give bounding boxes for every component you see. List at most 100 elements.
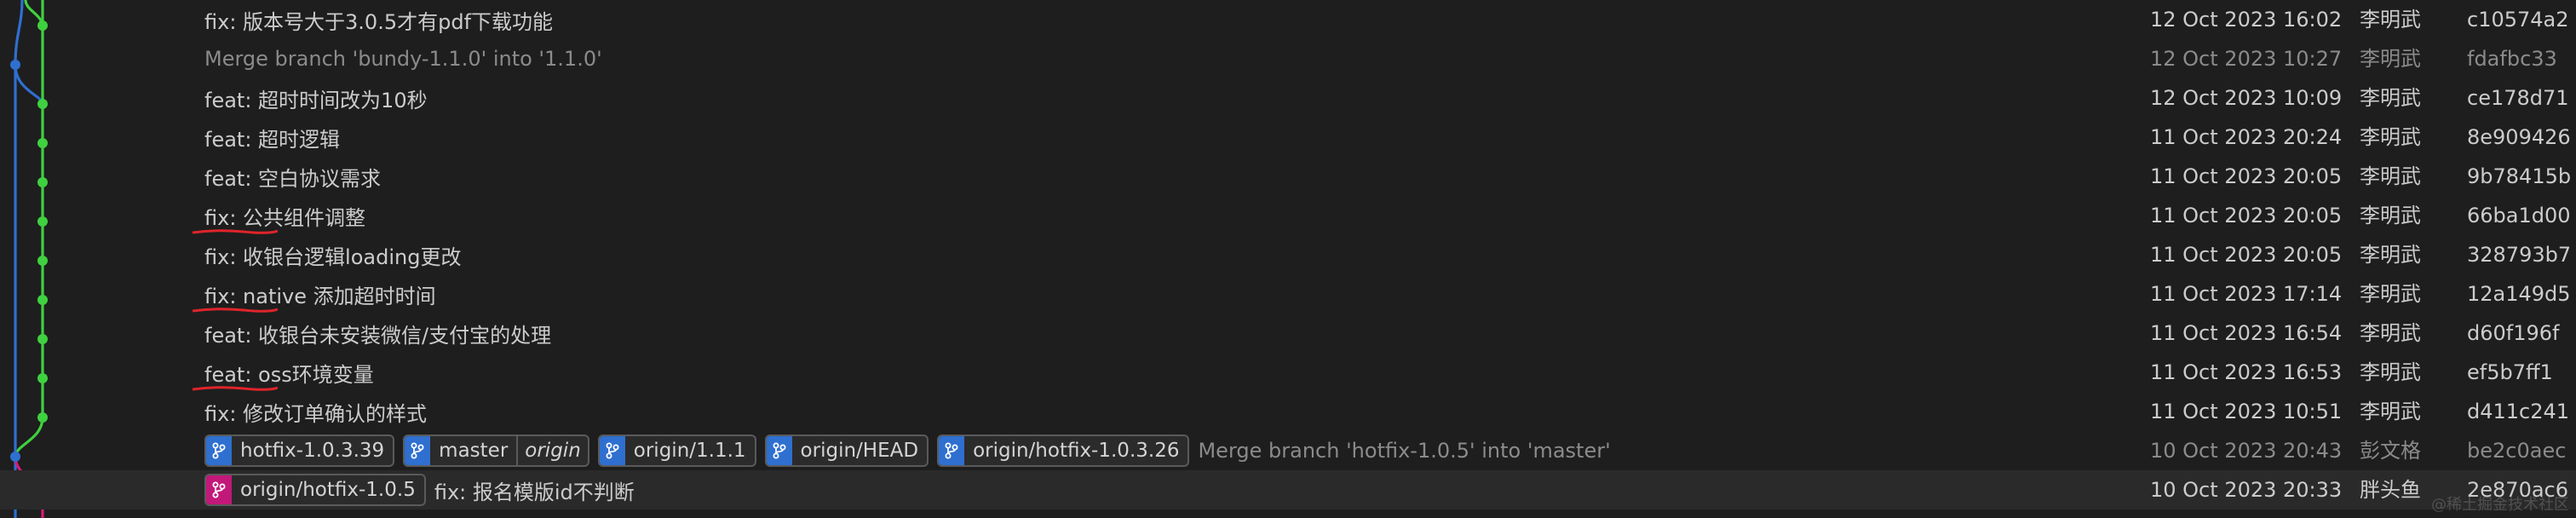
commit-author: 李明武 — [2360, 47, 2421, 71]
commit-message-cell: fix: 收银台逻辑loading更改 — [204, 235, 461, 274]
branch-badge[interactable]: origin/1.1.1 — [597, 435, 756, 467]
commit-message-cell: fix: 版本号大于3.0.5才有pdf下载功能 — [204, 0, 553, 39]
git-branch-icon — [405, 436, 431, 465]
git-branch-icon — [206, 475, 232, 504]
commit-row[interactable]: fix: 版本号大于3.0.5才有pdf下载功能 12 Oct 2023 16:0… — [0, 0, 2576, 39]
commit-message: feat: 超时逻辑 — [204, 127, 341, 152]
branch-label: hotfix-1.0.3.39 — [240, 440, 385, 462]
commit-message: fix: 修改订单确认的样式 — [204, 401, 428, 426]
branch-label: origin/hotfix-1.0.5 — [240, 479, 416, 501]
commit-message: fix: 公共组件调整 — [204, 201, 365, 231]
commit-date: 12 Oct 2023 16:02 — [2150, 8, 2343, 32]
red-underline-annotation — [193, 227, 278, 236]
commit-author: 李明武 — [2360, 243, 2421, 267]
commit-hash: c10574a2 — [2467, 8, 2569, 32]
commit-date: 11 Oct 2023 20:05 — [2150, 164, 2343, 188]
commit-author: 李明武 — [2360, 360, 2421, 384]
branch-label: origin/HEAD — [800, 440, 919, 462]
commit-message: fix: native 添加超时时间 — [204, 279, 436, 309]
remote-label: origin — [516, 436, 588, 465]
git-branch-icon — [206, 436, 232, 465]
branch-label: origin/1.1.1 — [633, 440, 746, 462]
commit-hash: 328793b7 — [2467, 243, 2572, 267]
watermark: @稀土掘金技术社区 — [2431, 496, 2569, 514]
branch-badge[interactable]: hotfix-1.0.3.39 — [204, 435, 395, 467]
commit-hash: 12a149d5 — [2467, 282, 2571, 306]
commit-row[interactable]: hotfix-1.0.3.39 master origin origin/1.1.1 o… — [0, 431, 2576, 470]
branch-label: master — [439, 440, 509, 462]
git-branch-icon — [939, 436, 965, 465]
commit-message-cell: fix: native 添加超时时间 — [204, 274, 436, 314]
commit-row[interactable]: feat: 超时时间改为10秒 12 Oct 2023 10:09 李明武 ce178… — [0, 78, 2576, 118]
commit-message-cell: Merge branch 'bundy-1.1.0' into '1.1.0' — [204, 39, 602, 78]
commit-date: 11 Oct 2023 10:51 — [2150, 400, 2343, 423]
commit-message-cell: feat: 超时逻辑 — [204, 118, 340, 157]
commit-author: 李明武 — [2360, 164, 2421, 188]
commit-row[interactable]: feat: 收银台未安装微信/支付宝的处理 11 Oct 2023 16:54 李明… — [0, 314, 2576, 353]
commit-author: 李明武 — [2360, 8, 2421, 32]
commit-hash: be2c0aec — [2467, 439, 2567, 463]
commit-author: 李明武 — [2360, 204, 2421, 227]
branch-badge[interactable]: origin/hotfix-1.0.5 — [204, 474, 426, 506]
commit-row[interactable]: fix: 公共组件调整 11 Oct 2023 20:05 李明武 66ba1d00 — [0, 196, 2576, 235]
commit-author: 李明武 — [2360, 282, 2421, 306]
commit-message: feat: oss环境变量 — [204, 358, 374, 388]
commit-row[interactable]: Merge branch 'bundy-1.1.0' into '1.1.0' 1… — [0, 39, 2576, 78]
commit-date: 10 Oct 2023 20:43 — [2150, 439, 2343, 463]
commit-hash: ef5b7ff1 — [2467, 360, 2553, 384]
commit-row[interactable]: feat: oss环境变量 11 Oct 2023 16:53 李明武 ef5b7ff… — [0, 353, 2576, 392]
commit-message: Merge branch 'bundy-1.1.0' into '1.1.0' — [204, 47, 602, 71]
commit-hash: d60f196f — [2467, 321, 2560, 345]
commit-date: 11 Oct 2023 20:05 — [2150, 243, 2343, 267]
commit-row[interactable]: feat: 空白协议需求 11 Oct 2023 20:05 李明武 9b78415b — [0, 157, 2576, 196]
commit-message-cell: feat: oss环境变量 — [204, 353, 374, 392]
commit-row[interactable]: feat: 超时逻辑 11 Oct 2023 20:24 李明武 8e909426 — [0, 118, 2576, 157]
commit-date: 10 Oct 2023 20:33 — [2150, 478, 2343, 502]
red-underline-annotation — [193, 306, 278, 314]
commit-date: 11 Oct 2023 16:53 — [2150, 360, 2343, 384]
branch-label: origin/hotfix-1.0.3.26 — [973, 440, 1180, 462]
commit-message: Merge branch 'hotfix-1.0.5' into 'master… — [1198, 439, 1611, 463]
commit-message: fix: 版本号大于3.0.5才有pdf下载功能 — [204, 9, 554, 34]
red-underline-annotation — [193, 384, 278, 393]
commit-message: fix: 收银台逻辑loading更改 — [204, 245, 462, 269]
commit-author: 李明武 — [2360, 321, 2421, 345]
commit-message-cell: hotfix-1.0.3.39 master origin origin/1.1.1 o… — [204, 431, 1611, 470]
commit-author: 李明武 — [2360, 125, 2421, 149]
commit-message-cell: fix: 公共组件调整 — [204, 196, 365, 235]
commit-date: 11 Oct 2023 17:14 — [2150, 282, 2343, 306]
commit-message: feat: 空白协议需求 — [204, 166, 382, 191]
commit-date: 11 Oct 2023 16:54 — [2150, 321, 2343, 345]
commit-hash: fdafbc33 — [2467, 47, 2557, 71]
commit-author: 李明武 — [2360, 86, 2421, 110]
git-branch-icon — [766, 436, 792, 465]
commit-hash: 8e909426 — [2467, 125, 2571, 149]
commit-row[interactable]: origin/hotfix-1.0.5 fix: 报名模版id不判断 10 Oct … — [0, 470, 2576, 509]
commit-date: 11 Oct 2023 20:05 — [2150, 204, 2343, 227]
commit-date: 12 Oct 2023 10:09 — [2150, 86, 2343, 110]
commit-message-cell: origin/hotfix-1.0.5 fix: 报名模版id不判断 — [204, 470, 635, 509]
commit-message-cell: feat: 空白协议需求 — [204, 157, 381, 196]
commit-message: fix: 报名模版id不判断 — [434, 480, 635, 504]
commit-date: 11 Oct 2023 20:24 — [2150, 125, 2343, 149]
commit-message: feat: 超时时间改为10秒 — [204, 88, 428, 112]
commit-hash: d411c241 — [2467, 400, 2570, 423]
commit-hash: 66ba1d00 — [2467, 204, 2571, 227]
commit-row[interactable]: fix: native 添加超时时间 11 Oct 2023 17:14 李明武 12… — [0, 274, 2576, 314]
commit-row[interactable]: fix: 修改订单确认的样式 11 Oct 2023 10:51 李明武 d411c2… — [0, 392, 2576, 431]
git-branch-icon — [599, 436, 625, 465]
commit-hash: 9b78415b — [2467, 164, 2572, 188]
commit-date: 12 Oct 2023 10:27 — [2150, 47, 2343, 71]
commit-author: 胖头鱼 — [2360, 478, 2421, 502]
commit-message-cell: feat: 收银台未安装微信/支付宝的处理 — [204, 314, 551, 353]
commit-author: 彭文格 — [2360, 439, 2421, 463]
branch-badge[interactable]: origin/HEAD — [764, 435, 929, 467]
branch-badge[interactable]: origin/hotfix-1.0.3.26 — [937, 435, 1190, 467]
branch-badge[interactable]: master origin — [403, 435, 589, 467]
commit-author: 李明武 — [2360, 400, 2421, 423]
commit-message-cell: feat: 超时时间改为10秒 — [204, 78, 428, 118]
commit-hash: ce178d71 — [2467, 86, 2569, 110]
commit-message-cell: fix: 修改订单确认的样式 — [204, 392, 427, 431]
commit-message: feat: 收银台未安装微信/支付宝的处理 — [204, 323, 552, 348]
commit-row[interactable]: fix: 收银台逻辑loading更改 11 Oct 2023 20:05 李明武 3… — [0, 235, 2576, 274]
